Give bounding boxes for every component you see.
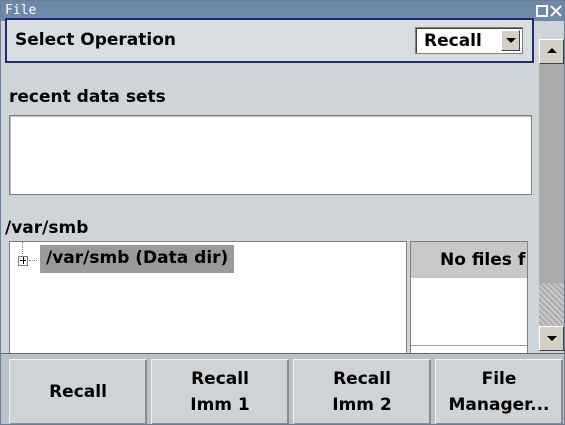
file-manager-label: File Manager... — [448, 369, 550, 415]
operation-select-value: Recall — [424, 31, 482, 51]
tree-connector — [22, 242, 23, 254]
vertical-scrollbar[interactable] — [539, 39, 564, 351]
select-operation-row: Select Operation Recall — [5, 18, 534, 63]
recall-imm-1-label: Recall Imm 1 — [190, 369, 250, 415]
close-icon[interactable] — [550, 5, 562, 17]
tree-node-data-dir[interactable]: /var/smb (Data dir) — [40, 245, 235, 273]
arrow-up-icon[interactable] — [539, 39, 564, 64]
directory-path-label: /var/smb — [5, 218, 89, 238]
scrollbar-thumb[interactable] — [539, 69, 564, 313]
recall-imm-1-button[interactable]: Recall Imm 1 — [151, 359, 289, 424]
arrow-down-icon[interactable] — [539, 326, 564, 351]
recall-imm-2-label: Recall Imm 2 — [332, 369, 392, 415]
operation-select[interactable]: Recall — [415, 27, 523, 54]
file-dialog: File Select Operation Recall recent data… — [0, 0, 565, 425]
tree-connector-horizontal — [29, 260, 37, 261]
plus-icon[interactable] — [18, 256, 28, 266]
file-manager-button[interactable]: File Manager... — [435, 359, 563, 424]
restore-icon[interactable] — [536, 5, 548, 17]
file-list-header: No files f — [411, 242, 527, 278]
softkey-bar: Recall Recall Imm 1 Recall Imm 2 File Ma… — [1, 353, 564, 424]
directory-tree[interactable]: /var/smb (Data dir) — [9, 241, 407, 356]
chevron-down-icon[interactable] — [501, 30, 520, 51]
recall-button-label: Recall — [49, 382, 107, 402]
recall-button[interactable]: Recall — [9, 359, 147, 424]
file-list-columns — [411, 345, 527, 349]
window-title: File — [5, 3, 37, 18]
recent-data-sets-label: recent data sets — [9, 87, 166, 107]
select-operation-label: Select Operation — [15, 30, 176, 50]
recall-imm-2-button[interactable]: Recall Imm 2 — [293, 359, 431, 424]
file-list[interactable]: No files f — [410, 241, 528, 356]
recent-data-sets-list[interactable] — [9, 115, 532, 195]
scrollbar-track[interactable] — [539, 283, 564, 326]
